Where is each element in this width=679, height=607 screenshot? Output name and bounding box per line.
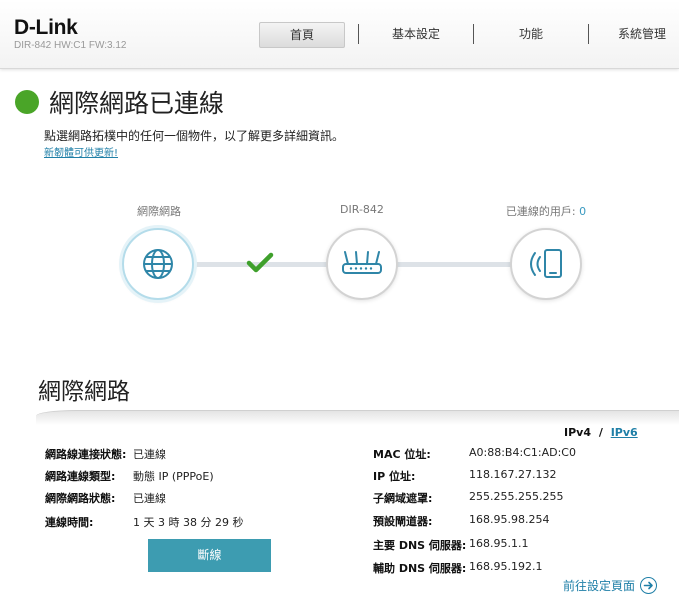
connection-ok-check-icon	[246, 252, 274, 273]
router-clients-link-line	[396, 262, 516, 267]
router-icon	[342, 251, 382, 274]
cable-status-value: 已連線	[133, 448, 166, 461]
router-node[interactable]	[326, 228, 398, 300]
ip-version-separator: /	[598, 426, 603, 439]
connection-type-label: 網路連線類型:	[45, 470, 116, 483]
nav-system-management[interactable]: 系統管理	[608, 22, 676, 46]
connected-status-icon	[15, 90, 39, 114]
page-title: 網際網路已連線	[49, 89, 225, 118]
subnet-mask-value: 255.255.255.255	[469, 490, 564, 503]
globe-icon	[143, 249, 173, 279]
go-to-settings-link[interactable]: 前往設定頁面	[563, 577, 635, 594]
primary-dns-value: 168.95.1.1	[469, 537, 529, 550]
internet-status-value: 已連線	[133, 492, 166, 505]
ip-address-label: IP 位址:	[373, 470, 416, 483]
internet-node[interactable]	[122, 228, 194, 300]
nav-features[interactable]: 功能	[487, 22, 575, 46]
ip-version-switch: IPv4 / IPv6	[564, 426, 638, 439]
default-gateway-value: 168.95.98.254	[469, 513, 550, 526]
internet-section-title: 網際網路	[38, 379, 130, 405]
dlink-logo: D-Link	[14, 16, 78, 39]
internet-status-label: 網際網路狀態:	[45, 492, 116, 505]
secondary-dns-label: 輔助 DNS 伺服器:	[373, 562, 467, 575]
clients-label-text: 已連線的用戶:	[505, 205, 576, 218]
ip-address-value: 118.167.27.132	[469, 468, 557, 481]
mac-address-value: A0:88:B4:C1:AD:C0	[469, 446, 576, 459]
device-model-info: DIR-842 HW:C1 FW:3.12	[14, 40, 127, 51]
primary-dns-label: 主要 DNS 伺服器:	[373, 539, 467, 552]
default-gateway-label: 預設閘道器:	[373, 515, 433, 528]
clients-node[interactable]	[510, 228, 582, 300]
ipv4-tab[interactable]: IPv4	[564, 426, 591, 439]
arrow-right-circle-icon[interactable]	[640, 577, 657, 594]
mac-address-label: MAC 位址:	[373, 448, 431, 461]
section-divider	[36, 410, 679, 425]
nav-divider	[473, 24, 474, 44]
nav-divider	[588, 24, 589, 44]
disconnect-button[interactable]: 斷線	[148, 539, 271, 572]
firmware-update-link[interactable]: 新韌體可供更新!	[44, 144, 118, 159]
cable-status-label: 網路線連接狀態:	[45, 448, 127, 461]
uptime-label: 連線時間:	[45, 516, 94, 529]
internet-node-label: 網際網路	[137, 205, 181, 218]
mobile-device-icon	[530, 249, 562, 278]
uptime-value: 1 天 3 時 38 分 29 秒	[133, 516, 244, 529]
nav-home[interactable]: 首頁	[259, 22, 345, 48]
header-bar: D-Link DIR-842 HW:C1 FW:3.12 首頁 基本設定 功能 …	[0, 0, 679, 69]
clients-count: 0	[579, 205, 587, 218]
router-node-label: DIR-842	[340, 203, 384, 216]
subnet-mask-label: 子網域遮罩:	[373, 492, 433, 505]
connection-type-value: 動態 IP (PPPoE)	[133, 470, 214, 483]
topology-hint-text: 點選網路拓樸中的任何一個物件，以了解更多詳細資訊。	[44, 129, 345, 143]
ipv6-tab[interactable]: IPv6	[611, 426, 638, 439]
nav-divider	[358, 24, 359, 44]
secondary-dns-value: 168.95.192.1	[469, 560, 543, 573]
clients-node-label: 已連線的用戶: 0	[476, 203, 616, 219]
arrow-right-icon	[643, 581, 653, 590]
nav-basic-settings[interactable]: 基本設定	[370, 22, 462, 46]
